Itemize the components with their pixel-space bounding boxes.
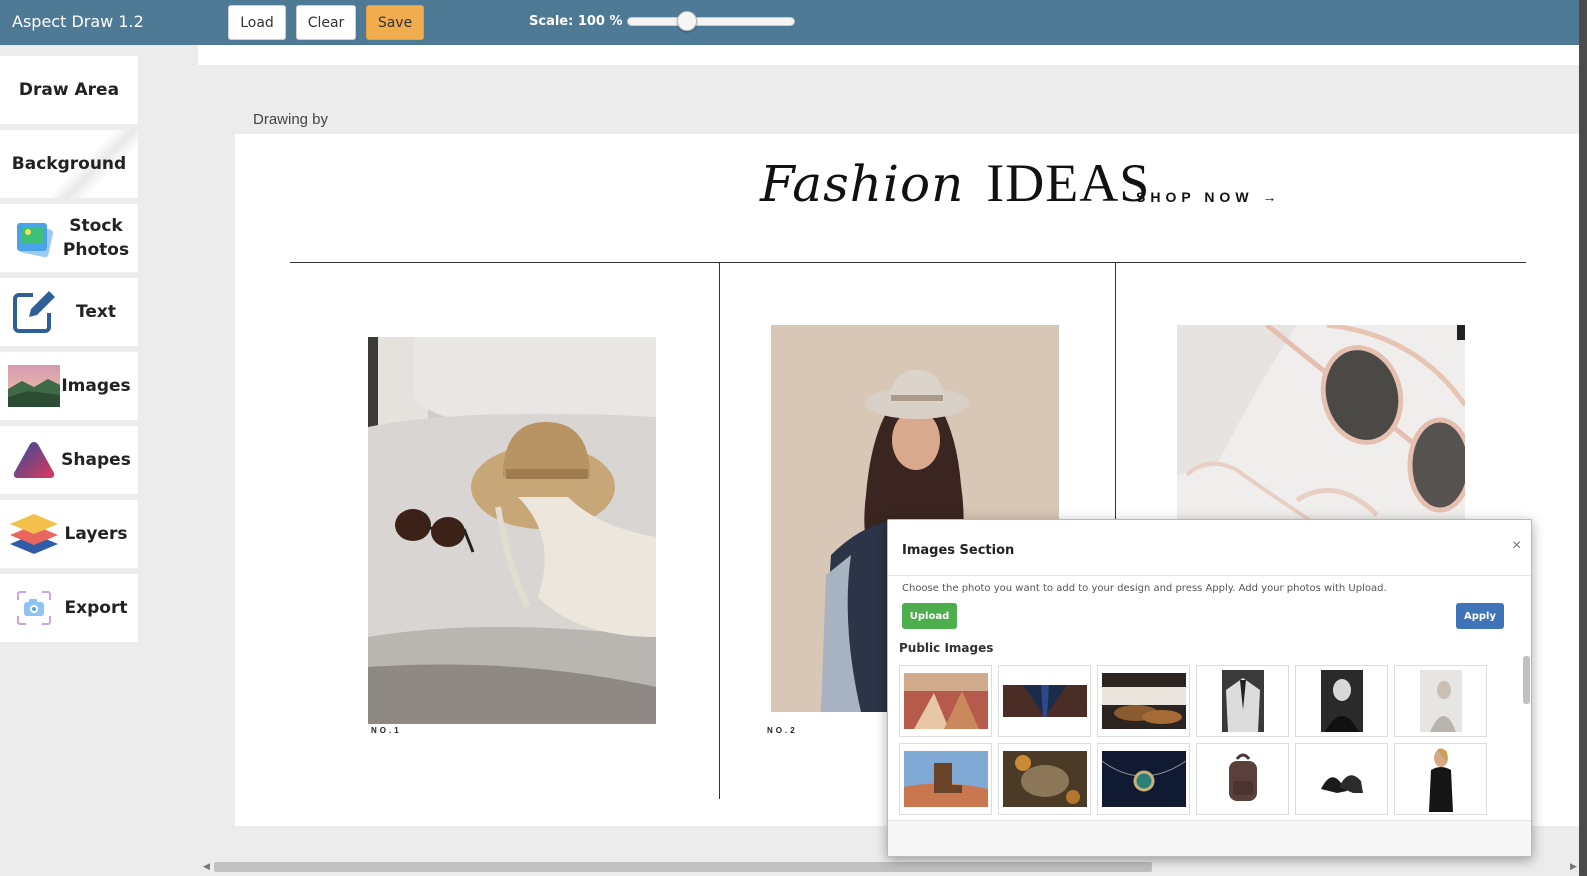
public-images-heading: Public Images (899, 641, 994, 655)
save-button[interactable]: Save (366, 5, 424, 40)
sidebar-item-label: Text (76, 302, 116, 322)
scale-slider-track[interactable] (627, 17, 795, 26)
load-button[interactable]: Load (228, 5, 286, 40)
layers-icon (8, 511, 60, 557)
sidebar-item-label: Images (61, 376, 131, 396)
item-number-label: NO.1 (371, 726, 402, 735)
item-number-label: NO.2 (767, 726, 798, 735)
sidebar-item-label: Shapes (61, 450, 131, 470)
scale-label: Scale: 100 % (529, 14, 623, 29)
dialog-footer (888, 820, 1531, 856)
horizontal-scrollbar-thumb[interactable] (214, 862, 1152, 872)
sidebar-item-text[interactable]: Text (0, 278, 138, 346)
straw-hat-sunglasses-photo[interactable] (368, 337, 656, 724)
upload-button[interactable]: Upload (902, 603, 957, 629)
dialog-title: Images Section (902, 543, 1015, 558)
triangle-shape-icon (8, 437, 60, 483)
canvas-top-strip (198, 45, 1579, 65)
dialog-divider (888, 575, 1531, 576)
sidebar-item-layers[interactable]: Layers (0, 500, 138, 568)
woman-dress-thumb[interactable] (1394, 743, 1487, 815)
camera-export-icon (8, 585, 60, 631)
sidebar-item-label: Export (64, 598, 128, 618)
shoes-thumb[interactable] (1097, 665, 1190, 737)
stock-photos-icon (8, 215, 60, 261)
sunglasses-photo[interactable] (1177, 325, 1465, 525)
suit-jacket-thumb[interactable] (1196, 665, 1289, 737)
scale-slider-handle[interactable] (677, 11, 697, 31)
sidebar-item-label: Draw Area (18, 80, 120, 100)
sidebar-item-images[interactable]: Images (0, 352, 138, 420)
clear-button[interactable]: Clear (296, 5, 356, 40)
headline-script-text: Fashion (760, 155, 965, 213)
headline-caps-text: IDEAS (986, 153, 1151, 213)
woman-portrait-thumb[interactable] (1295, 665, 1388, 737)
sidebar-item-shapes[interactable]: Shapes (0, 426, 138, 494)
edit-text-icon (8, 289, 60, 335)
dialog-description: Choose the photo you want to add to your… (902, 583, 1387, 594)
heels-thumb[interactable] (1295, 743, 1388, 815)
woman-phone-thumb[interactable] (1394, 665, 1487, 737)
scroll-left-arrow-icon[interactable]: ◀ (203, 861, 210, 872)
sidebar-item-draw-area[interactable]: Draw Area (0, 56, 138, 124)
sidebar-item-label: Stock Photos (62, 216, 130, 260)
divider-horizontal (290, 262, 1526, 263)
drawing-by-label: Drawing by (253, 111, 329, 128)
apply-button[interactable]: Apply (1456, 603, 1504, 629)
images-section-dialog: Images Section × Choose the photo you wa… (887, 519, 1532, 857)
sidebar-item-label: Layers (64, 524, 128, 544)
sidebar-item-background[interactable]: Background (0, 130, 138, 198)
page-scrollbar[interactable] (1579, 0, 1587, 876)
sidebar-item-label: Background (11, 154, 127, 174)
backpack-thumb[interactable] (1196, 743, 1289, 815)
design-headline[interactable]: Fashion IDEAS (760, 152, 1150, 222)
boot-desert-thumb[interactable] (899, 743, 992, 815)
divider-vertical (719, 262, 720, 799)
necklace-thumb[interactable] (1097, 743, 1190, 815)
fish-thumb[interactable] (998, 743, 1091, 815)
sidebar-item-export[interactable]: Export (0, 574, 138, 642)
sidebar-item-stock-photos[interactable]: Stock Photos (0, 204, 138, 272)
divider-vertical (1115, 262, 1116, 522)
landscape-image-icon (8, 363, 60, 409)
shop-now-text[interactable]: SHOP NOW → (1136, 189, 1281, 205)
suit-tie-thumb[interactable] (998, 665, 1091, 737)
dancers-thumb[interactable] (899, 665, 992, 737)
dialog-scrollbar-thumb[interactable] (1523, 656, 1530, 704)
scroll-right-arrow-icon[interactable]: ▶ (1570, 861, 1577, 872)
app-title: Aspect Draw 1.2 (12, 12, 144, 31)
close-icon[interactable]: × (1512, 537, 1521, 555)
